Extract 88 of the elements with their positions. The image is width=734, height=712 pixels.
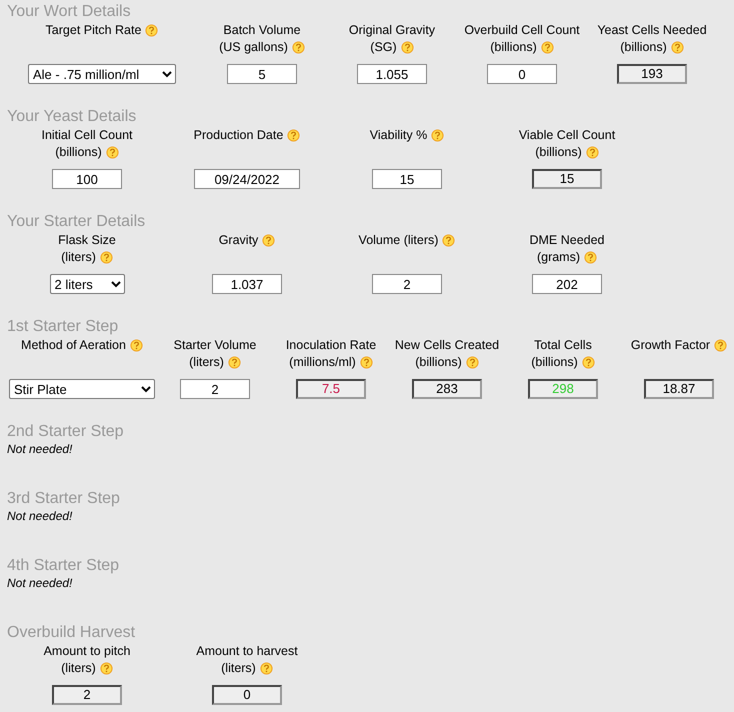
field-label: (billions) (415, 354, 462, 371)
section-title: 4th Starter Step (7, 556, 120, 576)
input-field[interactable]: 202 (532, 274, 602, 294)
help-icon[interactable] (670, 41, 684, 54)
field-label: Initial Cell Count (41, 127, 132, 144)
section-title: Your Yeast Details (7, 107, 138, 127)
field-label: Target Pitch Rate (46, 22, 142, 39)
field-label: (liters) (189, 354, 224, 371)
section-title: Your Starter Details (7, 212, 146, 232)
result-field: 193 (617, 64, 687, 84)
help-icon[interactable] (466, 356, 479, 369)
section-title: Your Wort Details (7, 2, 132, 22)
help-icon[interactable] (400, 41, 414, 54)
help-icon[interactable] (292, 41, 305, 54)
input-field[interactable]: 09/24/2022 (194, 169, 300, 189)
field-label: (millions/ml) (289, 354, 356, 371)
help-icon[interactable] (442, 234, 456, 247)
result-field: 0 (212, 685, 282, 705)
input-field[interactable]: 2 (372, 274, 442, 294)
field-label: Flask Size (58, 232, 116, 249)
field-label: (billions) (620, 39, 667, 56)
dropdown[interactable]: 2 liters (50, 274, 124, 294)
field-label: Gravity (218, 232, 258, 249)
field-label: Amount to pitch (44, 643, 130, 660)
note-text: Not needed! (7, 509, 74, 523)
help-icon[interactable] (130, 339, 143, 352)
help-icon[interactable] (586, 146, 599, 159)
field-label: Growth Factor (630, 337, 710, 354)
result-field: 2 (52, 685, 122, 705)
help-icon[interactable] (540, 41, 554, 54)
field-label: (SG) (370, 39, 397, 56)
field-label: (billions) (490, 39, 537, 56)
field-label: (liters) (61, 660, 96, 677)
field-label: Method of Aeration (21, 337, 126, 354)
dropdown[interactable]: Ale - .75 million/ml (28, 64, 176, 84)
field-label: DME Needed (529, 232, 605, 249)
help-icon[interactable] (260, 662, 273, 675)
field-label: (liters) (61, 249, 96, 266)
field-label: Viable Cell Count (518, 127, 616, 144)
help-icon[interactable] (100, 251, 113, 264)
result-field: 298 (528, 379, 598, 399)
result-field: 18.87 (644, 379, 714, 399)
input-field[interactable]: 1.037 (212, 274, 282, 294)
field-label: Volume (liters) (358, 232, 438, 249)
field-label: (liters) (221, 660, 256, 677)
input-field[interactable]: 1.055 (357, 64, 427, 84)
field-label: (US gallons) (219, 39, 288, 56)
field-label: (billions) (535, 144, 582, 161)
result-field: 283 (412, 379, 482, 399)
note-text: Not needed! (7, 576, 74, 590)
help-icon[interactable] (714, 339, 728, 352)
note-text: Not needed! (7, 442, 74, 456)
field-label: Inoculation Rate (286, 337, 376, 354)
section-title: Overbuild Harvest (7, 623, 136, 643)
help-icon[interactable] (287, 129, 300, 142)
help-icon[interactable] (582, 356, 595, 369)
field-label: Original Gravity (348, 22, 436, 39)
help-icon[interactable] (145, 24, 158, 37)
field-label: Amount to harvest (196, 643, 298, 660)
help-icon[interactable] (106, 146, 119, 159)
input-field[interactable]: 0 (487, 64, 557, 84)
result-field: 7.5 (296, 379, 366, 399)
field-label: Total Cells (534, 337, 592, 354)
input-field[interactable]: 2 (180, 379, 250, 399)
input-field[interactable]: 100 (52, 169, 122, 189)
field-label: Yeast Cells Needed (597, 22, 707, 39)
help-icon[interactable] (584, 251, 598, 264)
field-label: Starter Volume (174, 337, 256, 354)
input-field[interactable]: 15 (372, 169, 442, 189)
section-title: 2nd Starter Step (7, 422, 125, 442)
help-icon[interactable] (100, 662, 113, 675)
field-label: (grams) (536, 249, 580, 266)
input-field[interactable]: 5 (227, 64, 297, 84)
help-icon[interactable] (360, 356, 373, 369)
section-title: 3rd Starter Step (7, 489, 121, 509)
section-title: 1st Starter Step (7, 317, 120, 337)
field-label: Batch Volume (223, 22, 301, 39)
help-icon[interactable] (262, 234, 276, 247)
field-label: (billions) (531, 354, 578, 371)
field-label: Viability % (370, 127, 428, 144)
field-label: New Cells Created (394, 337, 500, 354)
help-icon[interactable] (228, 356, 241, 369)
help-icon[interactable] (431, 129, 444, 142)
field-label: (billions) (55, 144, 102, 161)
field-label: Overbuild Cell Count (464, 22, 580, 39)
field-label: Production Date (194, 127, 284, 144)
result-field: 15 (532, 169, 602, 189)
dropdown[interactable]: Stir Plate (9, 379, 155, 399)
